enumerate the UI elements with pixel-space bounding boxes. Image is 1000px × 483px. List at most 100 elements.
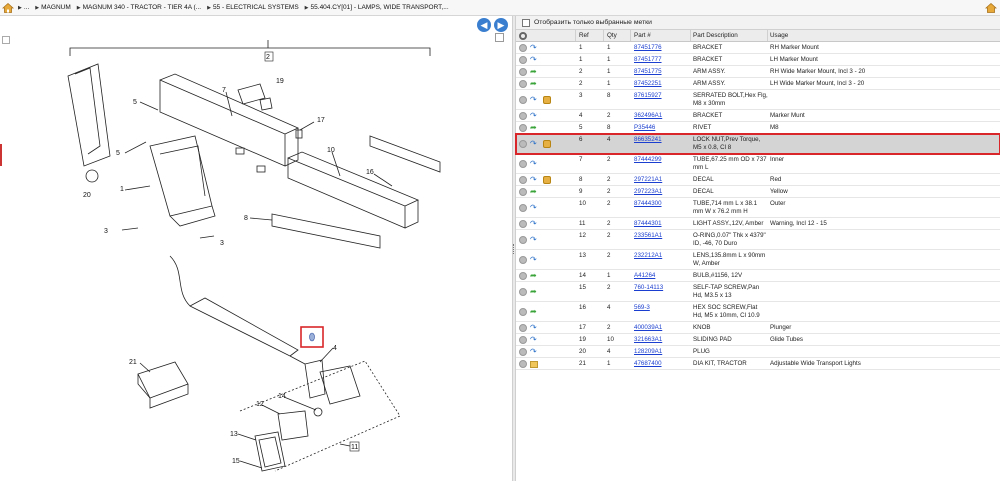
header-ref[interactable]: Ref	[576, 30, 604, 41]
blue-arrow-icon[interactable]: ↷	[530, 96, 540, 104]
table-row[interactable]: ↷ 3 8 87615927 SERRATED BOLT,Hex Flg, M8 x 3…	[516, 90, 1000, 110]
folder-icon[interactable]	[530, 360, 538, 368]
row-part-link[interactable]: 297223A1	[631, 186, 691, 197]
table-row[interactable]: ➦ 2 1 87452251 ARM ASSY. LH Wide Marker Mount…	[516, 78, 1000, 90]
select-circle-icon[interactable]	[519, 324, 527, 332]
blue-arrow-icon[interactable]: ↷	[530, 324, 540, 332]
table-row[interactable]: ↷ 11 2 87444301 LIGHT ASSY.,12V, Amber Warnin…	[516, 218, 1000, 230]
row-part-link[interactable]: 87451775	[631, 66, 691, 77]
table-row[interactable]: ↷ 17 2 400039A1 KNOB Plunger	[516, 322, 1000, 334]
row-part-link[interactable]: 87444299	[631, 154, 691, 173]
table-row[interactable]: ↷ 8 2 297221A1 DECAL Red	[516, 174, 1000, 186]
row-part-link[interactable]: 321663A1	[631, 334, 691, 345]
select-circle-icon[interactable]	[519, 348, 527, 356]
row-part-link[interactable]: 87451776	[631, 42, 691, 53]
table-row[interactable]: ↷ 1 1 87451776 BRACKET RH Marker Mount	[516, 42, 1000, 54]
header-usage[interactable]: Usage	[768, 30, 1000, 41]
header-part[interactable]: Part #	[631, 30, 691, 41]
green-arrow-icon[interactable]: ➦	[530, 288, 540, 296]
select-circle-icon[interactable]	[519, 80, 527, 88]
row-part-link[interactable]: 87452251	[631, 78, 691, 89]
row-part-link[interactable]: 569-3	[631, 302, 691, 321]
table-row[interactable]: ➦ 9 2 297223A1 DECAL Yellow	[516, 186, 1000, 198]
breadcrumb-item[interactable]: ...	[18, 4, 29, 11]
header-description[interactable]: Part Description	[691, 30, 768, 41]
green-arrow-icon[interactable]: ➦	[530, 308, 540, 316]
select-circle-icon[interactable]	[519, 140, 527, 148]
blue-arrow-icon[interactable]: ↷	[530, 204, 540, 212]
table-row[interactable]: ↷ 1 1 87451777 BRACKET LH Marker Mount	[516, 54, 1000, 66]
green-arrow-icon[interactable]: ➦	[530, 272, 540, 280]
blue-arrow-icon[interactable]: ↷	[530, 140, 540, 148]
row-part-link[interactable]: 760-14113	[631, 282, 691, 301]
select-circle-icon[interactable]	[519, 124, 527, 132]
breadcrumb-item[interactable]: MAGNUM	[35, 4, 71, 11]
row-part-link[interactable]: 86635241	[631, 134, 691, 153]
back-arrow-icon[interactable]: ◀	[477, 18, 491, 32]
settings-column-header[interactable]	[516, 30, 576, 41]
blue-arrow-icon[interactable]: ↷	[530, 256, 540, 264]
package-icon[interactable]	[543, 96, 551, 104]
show-selected-only-checkbox[interactable]	[522, 18, 530, 27]
breadcrumb-item[interactable]: 55 - ELECTRICAL SYSTEMS	[207, 4, 299, 11]
blue-arrow-icon[interactable]: ↷	[530, 220, 540, 228]
diagram-corner-box[interactable]	[2, 36, 10, 44]
select-circle-icon[interactable]	[519, 56, 527, 64]
breadcrumb-item[interactable]: MAGNUM 340 - TRACTOR - TIER 4A (...	[77, 4, 201, 11]
diagram-toggle-checkbox[interactable]	[495, 33, 504, 42]
row-part-link[interactable]: 128209A1	[631, 346, 691, 357]
row-part-link[interactable]: 297221A1	[631, 174, 691, 185]
home-icon-right[interactable]	[985, 2, 997, 14]
table-row[interactable]: ➦ 5 8 P35446 RIVET M8	[516, 122, 1000, 134]
table-row[interactable]: ↷ 7 2 87444299 TUBE,67.25 mm OD x 737 mm L In…	[516, 154, 1000, 174]
blue-arrow-icon[interactable]: ↷	[530, 336, 540, 344]
gear-icon[interactable]	[519, 31, 527, 40]
row-part-link[interactable]: A41264	[631, 270, 691, 281]
select-circle-icon[interactable]	[519, 176, 527, 184]
table-row[interactable]: ↷ 10 2 87444300 TUBE,714 mm L x 38.1 mm W x …	[516, 198, 1000, 218]
select-circle-icon[interactable]	[519, 188, 527, 196]
table-row[interactable]: ➦ 16 4 569-3 HEX SOC SCREW,Flat Hd, M5 x 10m…	[516, 302, 1000, 322]
home-icon[interactable]	[2, 2, 14, 14]
blue-arrow-icon[interactable]: ↷	[530, 56, 540, 64]
select-circle-icon[interactable]	[519, 160, 527, 168]
blue-arrow-icon[interactable]: ↷	[530, 348, 540, 356]
row-part-link[interactable]: 87444300	[631, 198, 691, 217]
header-qty[interactable]: Qty	[604, 30, 631, 41]
row-part-link[interactable]: 87444301	[631, 218, 691, 229]
select-circle-icon[interactable]	[519, 256, 527, 264]
select-circle-icon[interactable]	[519, 112, 527, 120]
row-part-link[interactable]: 400039A1	[631, 322, 691, 333]
select-circle-icon[interactable]	[519, 44, 527, 52]
select-circle-icon[interactable]	[519, 360, 527, 368]
package-icon[interactable]	[543, 176, 551, 184]
row-part-link[interactable]: 47687400	[631, 358, 691, 369]
table-row[interactable]: ➦ 15 2 760-14113 SELF-TAP SCREW,Pan Hd, M3.5…	[516, 282, 1000, 302]
blue-arrow-icon[interactable]: ↷	[530, 44, 540, 52]
select-circle-icon[interactable]	[519, 236, 527, 244]
select-circle-icon[interactable]	[519, 272, 527, 280]
select-circle-icon[interactable]	[519, 336, 527, 344]
green-arrow-icon[interactable]: ➦	[530, 188, 540, 196]
blue-arrow-icon[interactable]: ↷	[530, 176, 540, 184]
table-row-selected[interactable]: ↷ 6 4 86635241 LOCK NUT,Prev Torque, M5 x 0.…	[515, 133, 1000, 155]
row-part-link[interactable]: 233561A1	[631, 230, 691, 249]
select-circle-icon[interactable]	[519, 220, 527, 228]
green-arrow-icon[interactable]: ➦	[530, 124, 540, 132]
table-row[interactable]: 21 1 47687400 DIA KIT, TRACTOR Adjustable Wi…	[516, 358, 1000, 370]
blue-arrow-icon[interactable]: ↷	[530, 236, 540, 244]
table-row[interactable]: ↷ 13 2 232212A1 LENS,135.8mm L x 90mm W, Amb…	[516, 250, 1000, 270]
table-row[interactable]: ↷ 19 10 321663A1 SLIDING PAD Glide Tubes	[516, 334, 1000, 346]
package-icon[interactable]	[543, 140, 551, 148]
table-row[interactable]: ↷ 20 4 128209A1 PLUG	[516, 346, 1000, 358]
breadcrumb-item[interactable]: 55.404.CY[01] - LAMPS, WIDE TRANSPORT,..…	[305, 4, 449, 11]
blue-arrow-icon[interactable]: ↷	[530, 160, 540, 168]
green-arrow-icon[interactable]: ➦	[530, 80, 540, 88]
select-circle-icon[interactable]	[519, 308, 527, 316]
splitter-grip[interactable]	[513, 244, 515, 254]
row-part-link[interactable]: 87451777	[631, 54, 691, 65]
select-circle-icon[interactable]	[519, 68, 527, 76]
table-row[interactable]: ↷ 4 2 362496A1 BRACKET Marker Munt	[516, 110, 1000, 122]
table-row[interactable]: ↷ 12 2 233561A1 O-RING,0.07" Thk x 4379" ID,…	[516, 230, 1000, 250]
select-circle-icon[interactable]	[519, 288, 527, 296]
